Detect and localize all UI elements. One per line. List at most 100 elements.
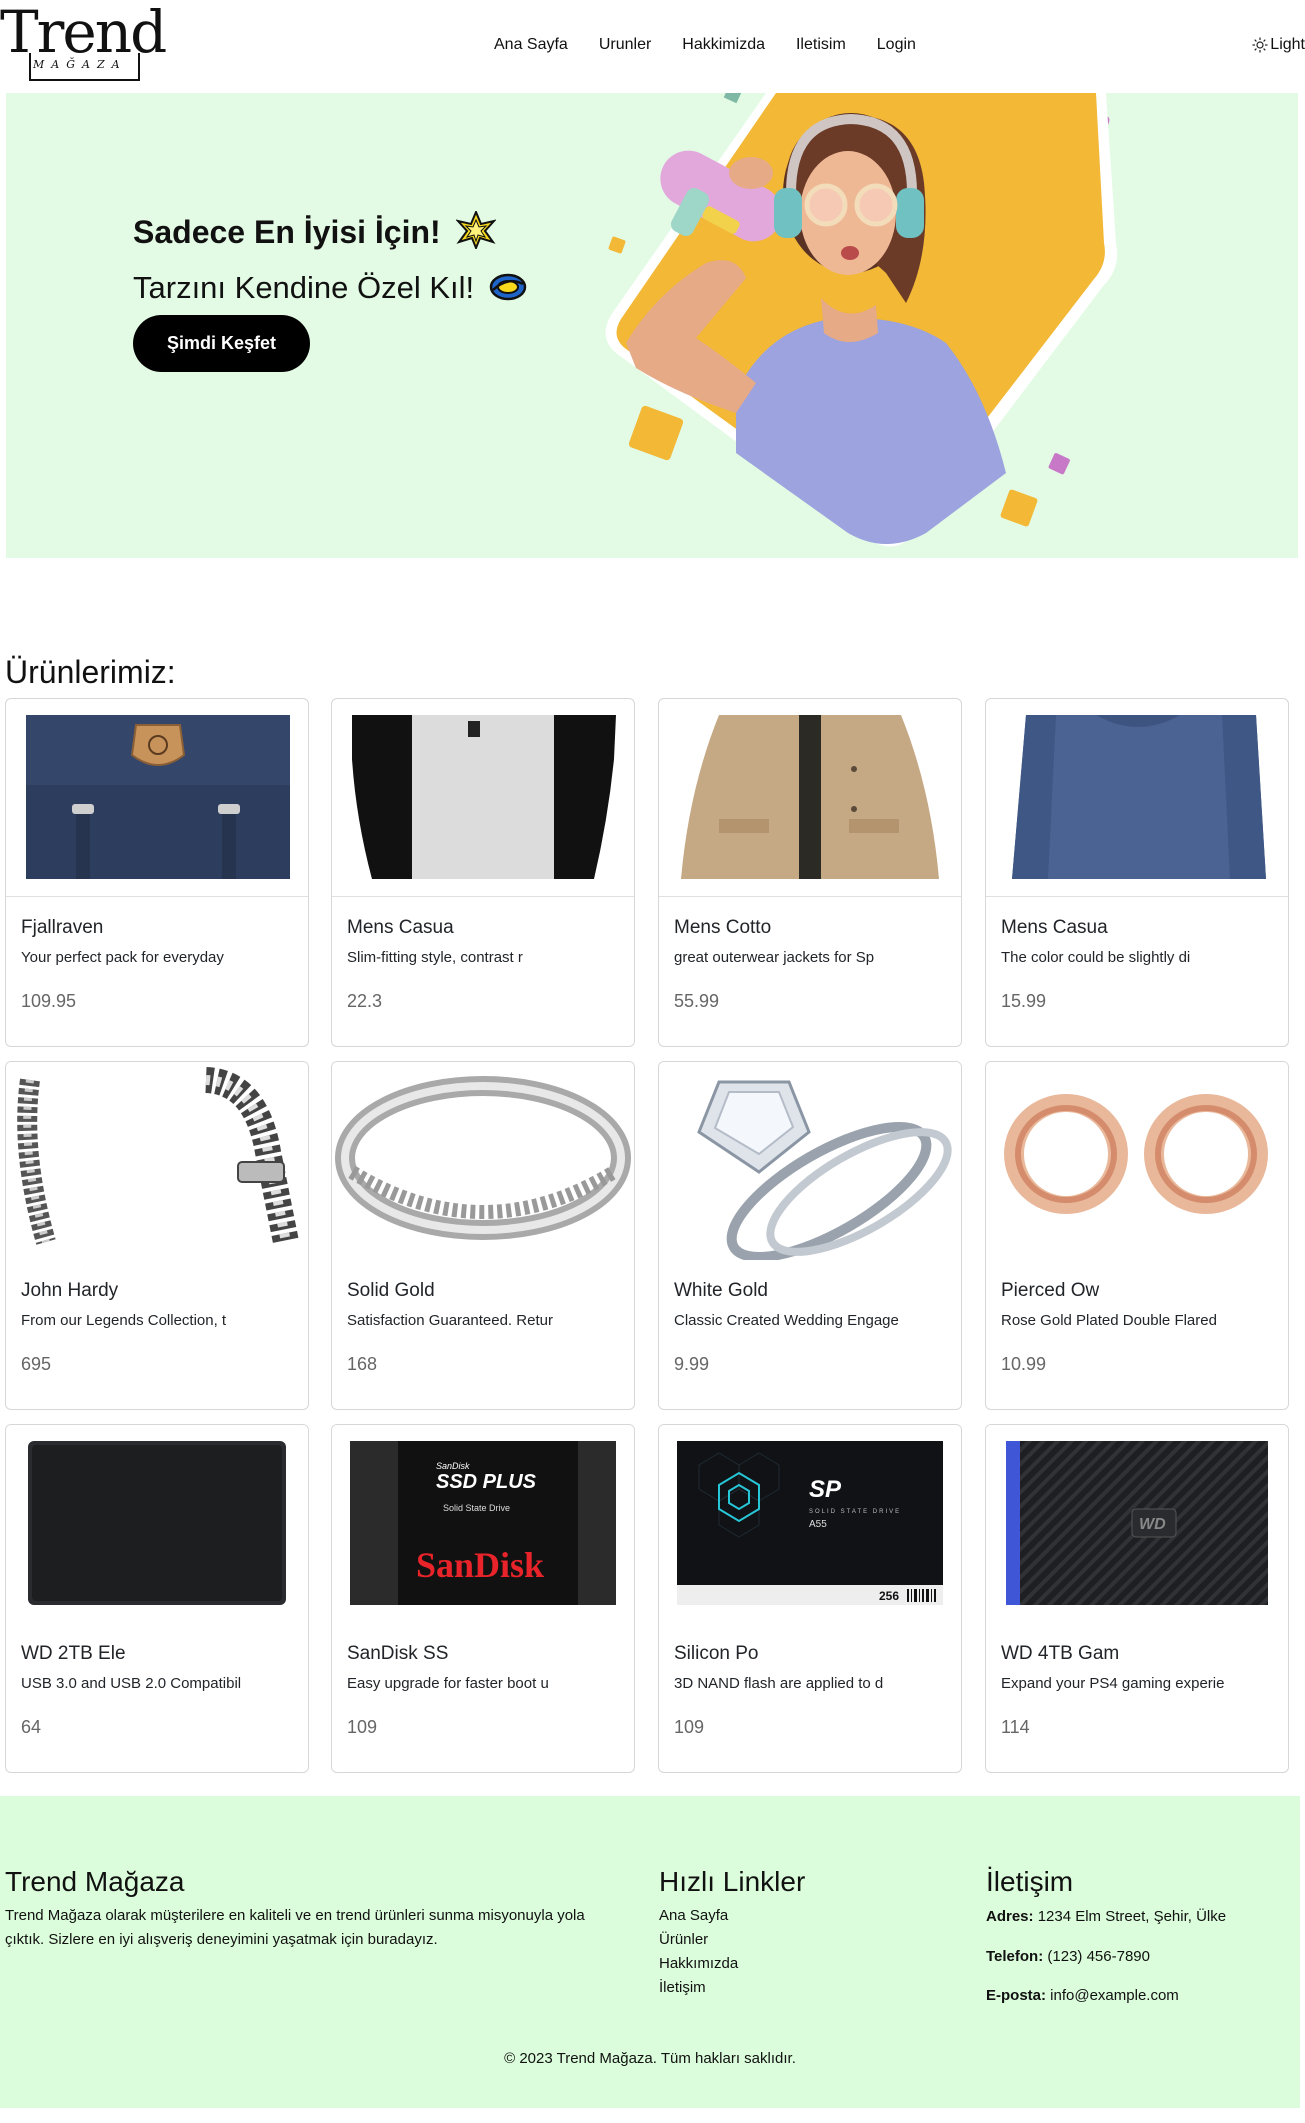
- sp-sub-label: SOLID STATE DRIVE: [809, 1509, 901, 1515]
- explore-button[interactable]: Şimdi Keşfet: [133, 315, 310, 372]
- product-price: 22.3: [347, 991, 383, 1011]
- earring-plugs-image: [986, 1062, 1288, 1260]
- footer-link-contact[interactable]: İletişim: [659, 1976, 738, 2000]
- jacket-image: [677, 715, 943, 879]
- ring-image: [332, 1062, 634, 1260]
- product-card[interactable]: Mens Cotto great outerwear jackets for S…: [658, 698, 962, 1047]
- hero-model-image: [605, 93, 1118, 547]
- footer-links-title: Hızlı Linkler: [659, 1866, 806, 1897]
- product-description: Classic Created Wedding Engage: [674, 1312, 899, 1329]
- product-card[interactable]: Mens Casua The color could be slightly d…: [985, 698, 1289, 1047]
- product-price: 695: [21, 1354, 52, 1374]
- wd-gaming-drive-image: WD: [986, 1425, 1288, 1623]
- product-description: Rose Gold Plated Double Flared: [1001, 1312, 1217, 1329]
- product-card[interactable]: WD 2TB Ele USB 3.0 and USB 2.0 Compatibi…: [5, 1424, 309, 1773]
- star-icon: [454, 209, 497, 251]
- product-title: Mens Casua: [1001, 917, 1108, 938]
- bracelet-image: [6, 1062, 308, 1260]
- product-price: 10.99: [1001, 1354, 1047, 1374]
- nav-link-products[interactable]: Urunler: [599, 36, 651, 54]
- product-image: SanDisk SSD PLUS Solid State Drive SanDi…: [332, 1425, 634, 1623]
- theme-toggle[interactable]: Light: [1252, 36, 1305, 54]
- product-price: 168: [347, 1354, 378, 1374]
- product-title: WD 4TB Gam: [1001, 1643, 1120, 1664]
- phone-label: Telefon:: [986, 1948, 1044, 1965]
- product-card[interactable]: SP SOLID STATE DRIVE A55 256 Silicon Po …: [658, 1424, 962, 1773]
- sun-icon: [1252, 37, 1268, 53]
- product-card[interactable]: Mens Casua Slim-fitting style, contrast …: [331, 698, 635, 1047]
- logo[interactable]: Trend MAĞAZA: [0, 0, 167, 82]
- phone-value: (123) 456-7890: [1047, 1948, 1150, 1965]
- product-title: Fjallraven: [21, 917, 104, 938]
- footer-phone: Telefon: (123) 456-7890: [986, 1948, 1150, 1965]
- product-title: Silicon Po: [674, 1643, 759, 1664]
- email-label: E-posta:: [986, 1987, 1046, 2004]
- product-price: 55.99: [674, 991, 720, 1011]
- product-card[interactable]: Pierced Ow Rose Gold Plated Double Flare…: [985, 1061, 1289, 1410]
- footer-email: E-posta: info@example.com: [986, 1987, 1179, 2004]
- product-title: Mens Casua: [347, 917, 454, 938]
- address-label: Adres:: [986, 1908, 1034, 1925]
- footer-links: Ana Sayfa Ürünler Hakkımızda İletişim: [659, 1904, 738, 2000]
- footer-link-products[interactable]: Ürünler: [659, 1928, 738, 1952]
- product-title: Mens Cotto: [674, 917, 772, 938]
- product-description: USB 3.0 and USB 2.0 Compatibil: [21, 1675, 242, 1692]
- product-image: WD: [986, 1425, 1288, 1623]
- hard-drive-image: [6, 1425, 308, 1623]
- nav-link-about[interactable]: Hakkimizda: [682, 36, 765, 54]
- tshirt-image: [352, 715, 616, 879]
- products-heading: Ürünlerimiz:: [5, 654, 176, 690]
- diamond-ring-image: [659, 1062, 961, 1260]
- backpack-image: [26, 715, 290, 879]
- product-price: 109.95: [21, 991, 77, 1011]
- product-title: Pierced Ow: [1001, 1280, 1100, 1301]
- sp-logo-label: SP: [809, 1476, 842, 1503]
- hero-headline-text: Sadece En İyisi İçin!: [133, 214, 441, 250]
- product-card[interactable]: Solid Gold Satisfaction Guaranteed. Retu…: [331, 1061, 635, 1410]
- sp-capacity-label: 256: [879, 1589, 899, 1603]
- product-image: [332, 1062, 634, 1260]
- sandisk-brand-label: SanDisk: [416, 1545, 544, 1585]
- product-image: [986, 1062, 1288, 1260]
- footer-link-home[interactable]: Ana Sayfa: [659, 1904, 738, 1928]
- product-title: Solid Gold: [347, 1280, 435, 1301]
- footer-about-text: Trend Mağaza olarak müşterilere en kalit…: [5, 1907, 585, 1948]
- theme-label: Light: [1270, 36, 1305, 53]
- product-image: [986, 699, 1288, 897]
- product-image: [6, 1425, 308, 1623]
- product-card[interactable]: WD WD 4TB Gam Expand your PS4 gaming exp…: [985, 1424, 1289, 1773]
- nav-link-home[interactable]: Ana Sayfa: [494, 36, 568, 54]
- address-value: 1234 Elm Street, Şehir, Ülke: [1037, 1908, 1227, 1925]
- product-image: [332, 699, 634, 897]
- footer-link-about[interactable]: Hakkımızda: [659, 1952, 738, 1976]
- footer-address: Adres: 1234 Elm Street, Şehir, Ülke: [986, 1908, 1226, 1925]
- copyright-text: © 2023 Trend Mağaza. Tüm hakları saklıdı…: [504, 2050, 796, 2067]
- hero-subheadline-text: Tarzını Kendine Özel Kıl!: [133, 270, 475, 305]
- silicon-power-ssd-image: SP SOLID STATE DRIVE A55 256: [659, 1425, 961, 1623]
- product-description: Easy upgrade for faster boot u: [347, 1675, 549, 1692]
- hero-banner: Sadece En İyisi İçin! Tarzını Kendine Öz…: [6, 93, 1298, 558]
- nav-link-login[interactable]: Login: [877, 36, 916, 54]
- product-description: From our Legends Collection, t: [21, 1312, 227, 1329]
- logo-subtitle: MAĞAZA: [33, 58, 127, 71]
- hero-headline: Sadece En İyisi İçin!: [133, 209, 497, 251]
- product-card[interactable]: SanDisk SSD PLUS Solid State Drive SanDi…: [331, 1424, 635, 1773]
- product-description: Your perfect pack for everyday: [21, 949, 224, 966]
- product-price: 64: [21, 1717, 42, 1737]
- product-card[interactable]: White Gold Classic Created Wedding Engag…: [658, 1061, 962, 1410]
- sandisk-ssd-image: SanDisk SSD PLUS Solid State Drive SanDi…: [332, 1425, 634, 1623]
- product-price: 114: [1001, 1717, 1030, 1737]
- product-title: WD 2TB Ele: [21, 1643, 126, 1664]
- navbar: Trend MAĞAZA Ana Sayfa Urunler Hakkimizd…: [0, 0, 1305, 93]
- product-title: John Hardy: [21, 1280, 119, 1301]
- sandisk-model-label: SSD PLUS: [436, 1471, 537, 1493]
- product-title: White Gold: [674, 1280, 768, 1301]
- product-card[interactable]: Fjallraven Your perfect pack for everyda…: [5, 698, 309, 1047]
- wd-logo-label: WD: [1139, 1516, 1166, 1533]
- sp-model-label: A55: [809, 1519, 827, 1530]
- product-image: [659, 699, 961, 897]
- footer-about-title: Trend Mağaza: [5, 1866, 185, 1897]
- product-card[interactable]: John Hardy From our Legends Collection, …: [5, 1061, 309, 1410]
- email-value[interactable]: info@example.com: [1050, 1987, 1179, 2004]
- nav-link-contact[interactable]: Iletisim: [796, 36, 846, 54]
